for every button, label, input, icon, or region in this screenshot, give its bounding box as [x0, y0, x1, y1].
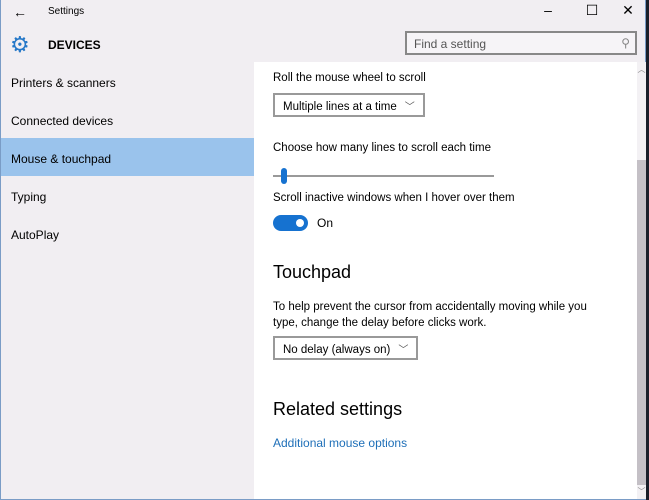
window-title: Settings	[48, 6, 85, 17]
touchpad-value: No delay (always on)	[283, 344, 391, 356]
maximize-button[interactable]: ☐	[577, 2, 607, 19]
touchpad-heading: Touchpad	[273, 262, 352, 282]
search-icon[interactable]: ⚲	[621, 36, 630, 50]
main-content: Roll the mouse wheel to scroll Multiple …	[254, 62, 637, 499]
scrollbar-thumb[interactable]	[637, 160, 646, 485]
section-title: DEVICES	[48, 38, 101, 52]
wheel-value: Multiple lines at a time	[283, 101, 397, 113]
search-placeholder: Find a setting	[414, 37, 487, 51]
inactive-toggle[interactable]	[273, 215, 308, 231]
sidebar-item-mouse-touchpad[interactable]: Mouse & touchpad	[1, 138, 254, 176]
toggle-knob	[296, 219, 304, 227]
settings-window: ← Settings – ☐ ✕ ⚙ DEVICES Find a settin…	[0, 0, 646, 500]
search-input[interactable]: Find a setting ⚲	[405, 31, 637, 55]
gear-icon: ⚙	[10, 32, 30, 57]
lines-label: Choose how many lines to scroll each tim…	[273, 142, 491, 154]
close-button[interactable]: ✕	[613, 2, 643, 19]
chevron-down-icon: ﹀	[398, 345, 409, 356]
wheel-dropdown[interactable]: Multiple lines at a time ﹀	[273, 93, 425, 117]
slider-track	[273, 175, 494, 177]
toggle-state: On	[317, 216, 334, 230]
sidebar-item-typing[interactable]: Typing	[1, 176, 254, 214]
wheel-label: Roll the mouse wheel to scroll	[273, 72, 426, 84]
back-button[interactable]: ←	[13, 4, 27, 20]
sidebar-item-connected-devices[interactable]: Connected devices	[1, 100, 254, 138]
related-heading: Related settings	[273, 399, 403, 419]
chevron-down-icon: ﹀	[404, 102, 415, 113]
lines-slider[interactable]	[273, 168, 494, 184]
slider-thumb[interactable]	[281, 168, 288, 184]
minimize-button[interactable]: –	[533, 2, 563, 18]
scrollbar[interactable]: ︿ ﹀	[637, 62, 646, 499]
touchpad-description: To help prevent the cursor from accident…	[273, 301, 587, 329]
sidebar-item-autoplay[interactable]: AutoPlay	[1, 214, 254, 252]
sidebar: Printers & scanners Connected devices Mo…	[1, 62, 254, 499]
inactive-label: Scroll inactive windows when I hover ove…	[273, 192, 515, 204]
additional-mouse-options-link[interactable]: Additional mouse options	[273, 436, 407, 450]
scroll-up-icon[interactable]: ︿	[637, 64, 646, 75]
scroll-down-icon[interactable]: ﹀	[637, 486, 646, 497]
touchpad-delay-dropdown[interactable]: No delay (always on) ﹀	[273, 336, 419, 360]
sidebar-item-printers[interactable]: Printers & scanners	[1, 62, 254, 100]
header: ⚙ DEVICES Find a setting ⚲	[1, 28, 645, 64]
title-bar: ← Settings – ☐ ✕	[1, 0, 645, 24]
